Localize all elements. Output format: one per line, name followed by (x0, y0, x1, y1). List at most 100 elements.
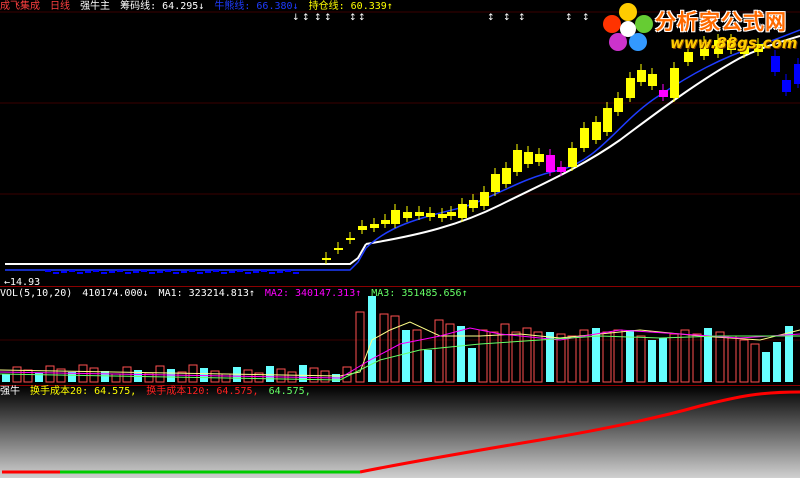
candle-body (794, 64, 800, 84)
vol-ma1: MA1: 323214.813↑ (158, 288, 255, 299)
down-candle (229, 271, 235, 273)
down-candle (237, 270, 243, 272)
volume-bar (457, 326, 465, 382)
candle-body (771, 56, 780, 72)
candle-body (458, 204, 467, 218)
volume-bar (613, 329, 623, 383)
down-candle (181, 271, 187, 273)
bottom-item2: 换手成本120: 64.575, (146, 386, 259, 397)
bottom-item3: 64.575, (268, 386, 311, 397)
candle-body (491, 174, 500, 192)
candle-body (426, 213, 435, 217)
signal-arrow-icon: ↓ (292, 13, 300, 23)
down-candle (101, 272, 107, 274)
volume-bar (773, 342, 781, 382)
candle-body (670, 68, 679, 98)
brand-url: www.88gs.com (670, 34, 798, 52)
signal-arrow-icon: ↕ (358, 13, 366, 23)
volume-bar (626, 330, 634, 382)
volume-bar (45, 365, 55, 383)
signal-arrow-icon: ↕ (487, 13, 495, 23)
vol-ma1-line (0, 321, 800, 377)
volume-bar (101, 371, 109, 382)
volume-bar (739, 339, 749, 383)
volume-bar (89, 367, 99, 383)
candle-body (782, 80, 791, 92)
candle-body (637, 70, 646, 82)
down-candle (189, 270, 195, 272)
candle-body (614, 98, 623, 112)
volume-bar (579, 329, 589, 383)
down-candle (53, 272, 59, 274)
volume-bar (556, 333, 566, 383)
volume-bar (155, 365, 165, 383)
brand-name: 分析家公式网 (655, 10, 787, 34)
candle-body (502, 168, 511, 184)
signal-arrow-icon: ↕ (302, 13, 310, 23)
volume-bar (648, 340, 656, 382)
candle-body (480, 192, 489, 206)
candle-body (391, 210, 400, 224)
volume-bar (266, 366, 274, 382)
volume-bar (320, 370, 330, 383)
down-candle (133, 271, 139, 273)
volume-bar (727, 335, 737, 383)
bottom-label[interactable]: 强牛 (0, 386, 20, 397)
signal-arrow-icon: ↕ (582, 13, 590, 23)
volume-bar (500, 323, 510, 383)
signal-arrow-icon: ↕ (565, 13, 573, 23)
down-candle (77, 272, 83, 274)
volume-bar (680, 329, 690, 383)
down-candle (221, 272, 227, 274)
candle-body (557, 167, 566, 172)
candle-body (358, 226, 367, 230)
candle-body (447, 212, 456, 216)
down-candle (141, 270, 147, 272)
down-candle (117, 270, 123, 272)
flower-logo-icon (603, 3, 653, 51)
vol-ma3: MA3: 351485.656↑ (371, 288, 468, 299)
down-candle (149, 272, 155, 274)
down-candle (293, 272, 299, 274)
volume-bar (2, 374, 10, 382)
down-candle (157, 271, 163, 273)
candle-body (438, 214, 447, 218)
volume-bar (424, 350, 432, 382)
volume-bar (468, 348, 476, 382)
candle-body (370, 224, 379, 228)
volume-bar (210, 370, 220, 383)
vol-label[interactable]: VOL(5,10,20) (0, 288, 72, 299)
volume-bar (762, 352, 770, 382)
volume-bar (111, 373, 121, 383)
volume-bar (636, 335, 646, 383)
down-candle (245, 272, 251, 274)
kline-chart[interactable]: ↓ ↕ ↕ ↕ ↕ ↕ ↕ ↕ ↕ ↕ ↕ (0, 0, 800, 478)
candle-body (659, 90, 668, 97)
down-candle (261, 270, 267, 272)
candle-body (524, 152, 533, 164)
down-candle (93, 270, 99, 272)
signal-arrow-icon: ↕ (324, 13, 332, 23)
down-candle (277, 271, 283, 273)
volume-bar (434, 319, 444, 383)
volume-bar (478, 329, 488, 383)
down-candle (213, 270, 219, 272)
vol-ma2-line (0, 327, 800, 379)
down-candle (125, 272, 131, 274)
down-candle (269, 272, 275, 274)
vol-ma3-line (0, 335, 800, 381)
volume-bar (659, 338, 667, 382)
candle-body (381, 220, 390, 224)
signal-arrow-icon: ↕ (503, 13, 511, 23)
brand-logo: 分析家公式网 www.88gs.com (600, 2, 798, 54)
volume-bar (390, 315, 400, 383)
candle-body (626, 78, 635, 98)
volume-bar (669, 333, 679, 383)
down-candle (61, 271, 67, 273)
volume-bar (750, 343, 760, 383)
down-candle (205, 271, 211, 273)
candle-body (568, 148, 577, 167)
volume-bar (200, 368, 208, 382)
candle-body (580, 128, 589, 148)
signal-arrow-icon: ↕ (349, 13, 357, 23)
